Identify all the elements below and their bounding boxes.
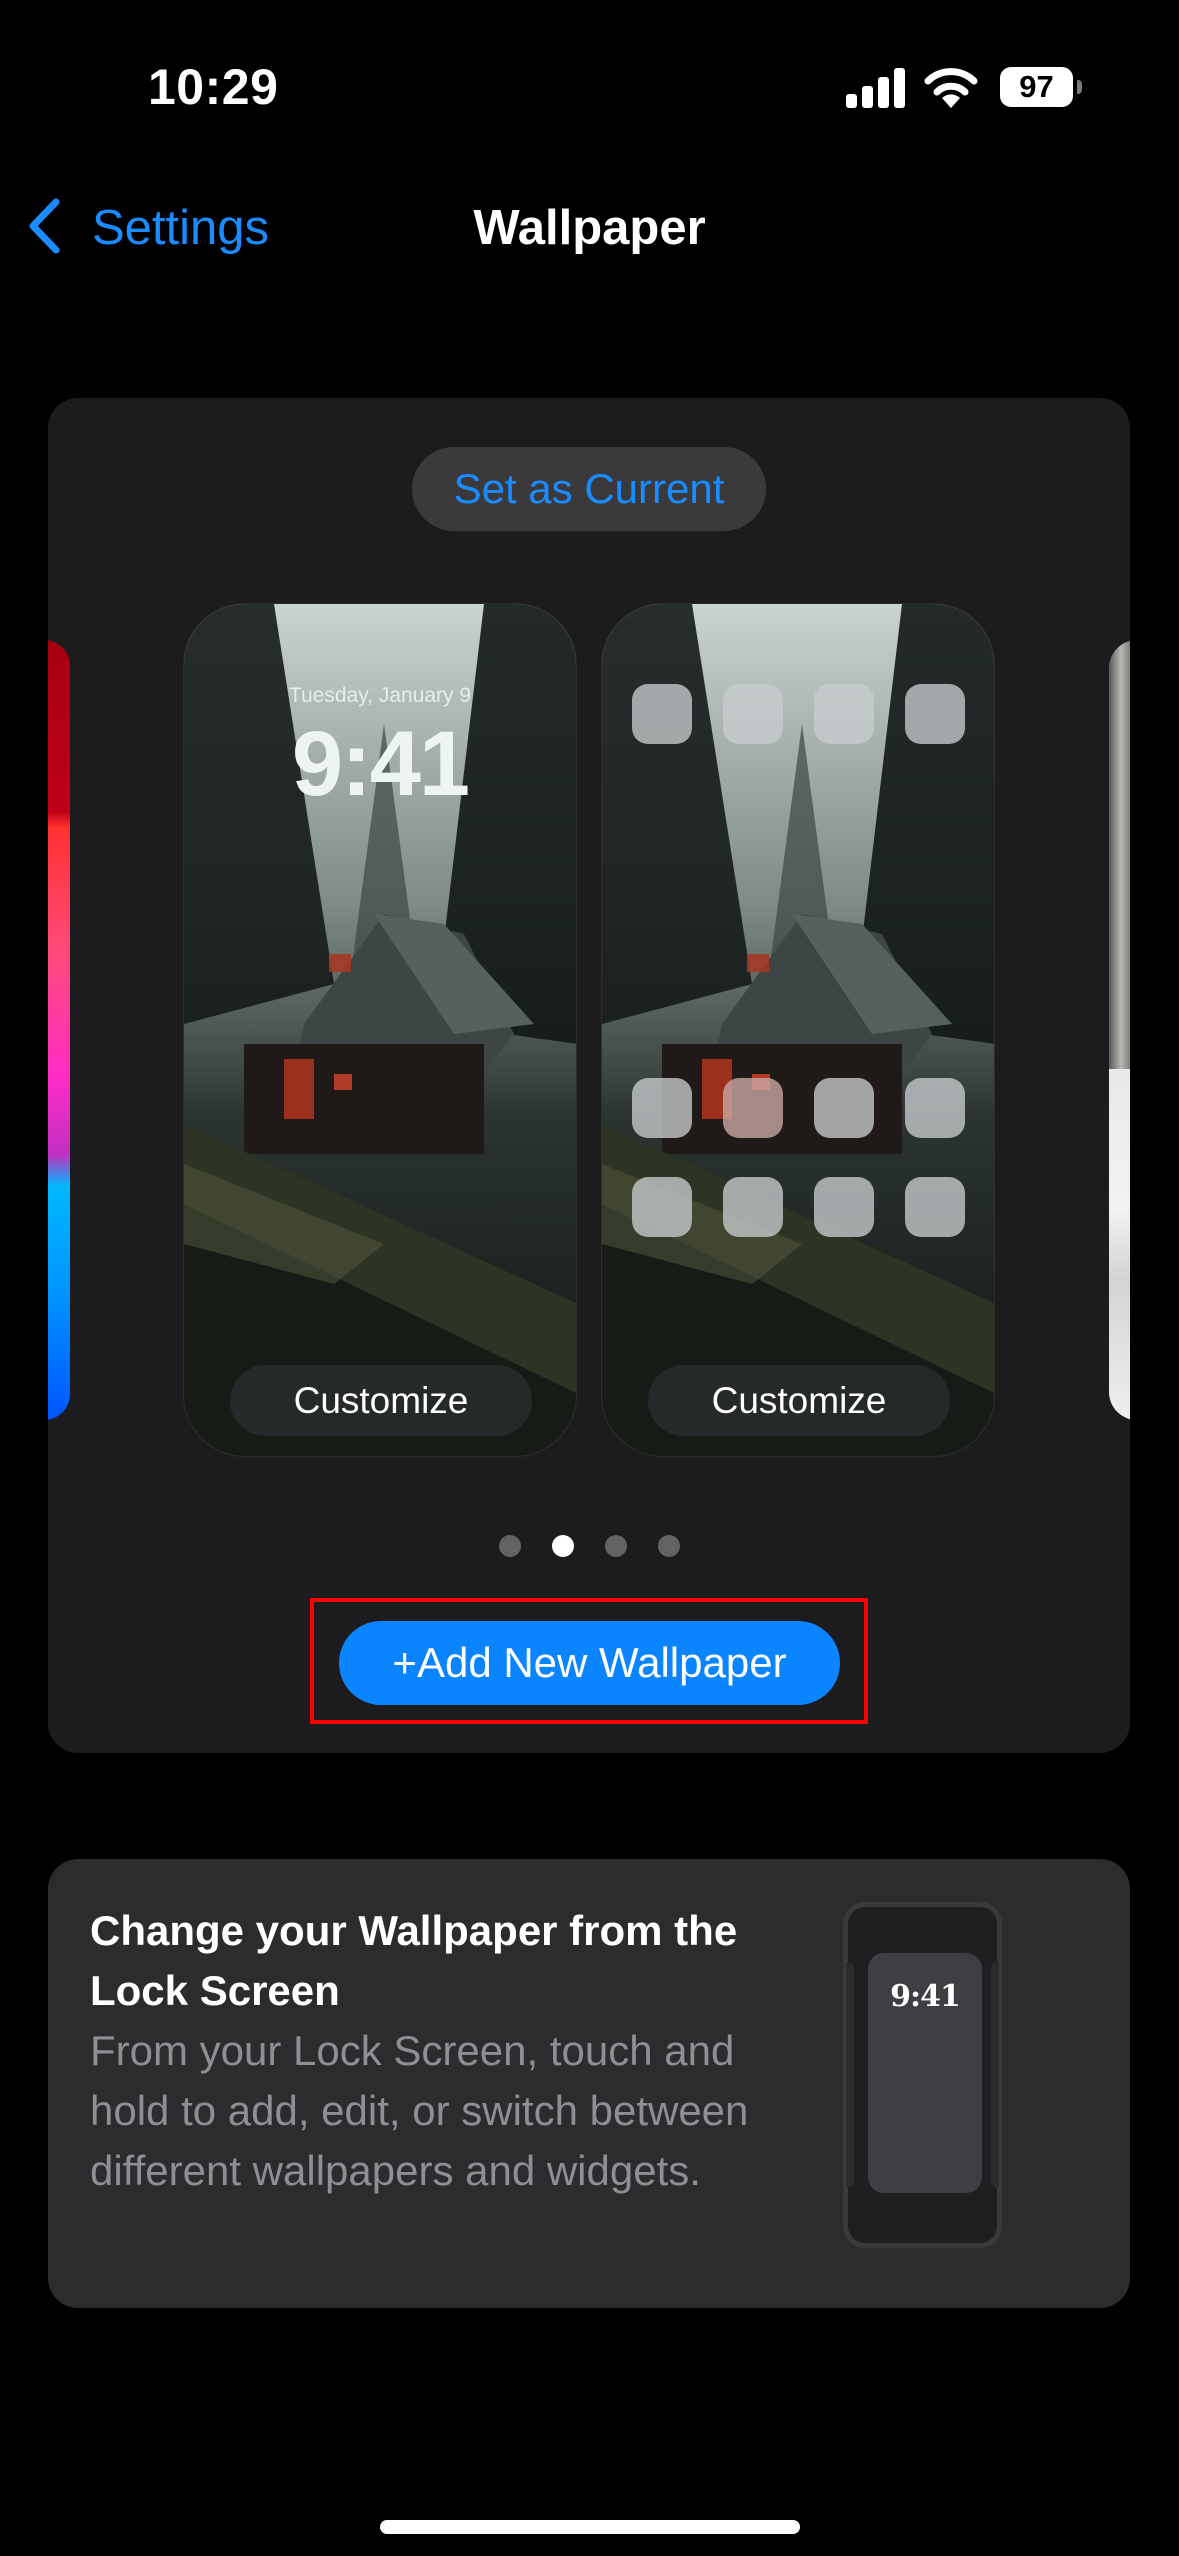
cellular-signal-icon (846, 68, 906, 108)
page-dot[interactable] (604, 1535, 627, 1557)
add-new-wallpaper-button[interactable]: +Add New Wallpaper (339, 1621, 840, 1705)
battery-cap (1077, 80, 1082, 94)
app-icon-placeholder (632, 1177, 692, 1237)
app-icon-placeholder (814, 1177, 874, 1237)
app-icon-placeholder (723, 1078, 783, 1138)
app-icon-placeholder (723, 1177, 783, 1237)
page-dot[interactable] (498, 1535, 521, 1557)
battery-level: 97 (1000, 67, 1073, 107)
app-icon-placeholder (632, 1078, 692, 1138)
app-icon-placeholder (905, 684, 965, 744)
phone-illustration-screen: 9:41 (868, 1953, 982, 2193)
tip-description: From your Lock Screen, touch and hold to… (90, 2027, 749, 2194)
previous-wallpaper-preview[interactable] (48, 640, 70, 1420)
app-icon-placeholder (905, 1078, 965, 1138)
lock-screen-date: Tuesday, January 9 (288, 684, 472, 707)
next-wallpaper-preview[interactable] (1109, 640, 1130, 1420)
set-as-current-button[interactable]: Set as Current (412, 447, 766, 531)
app-icon-placeholder (632, 684, 692, 744)
page-dot[interactable] (657, 1535, 680, 1557)
lock-screen-tip-card: Change your Wallpaper from the Lock Scre… (48, 1859, 1130, 2308)
page-dot-active[interactable] (551, 1535, 574, 1557)
battery-icon: 97 (1000, 67, 1082, 109)
customize-lock-screen-button[interactable]: Customize (230, 1365, 532, 1436)
home-screen-preview[interactable]: Customize (601, 603, 995, 1457)
status-time: 10:29 (148, 59, 279, 115)
lock-screen-preview[interactable]: Tuesday, January 9 9:41 Customize (183, 603, 577, 1457)
phone-illustration-side (846, 1962, 854, 2187)
customize-home-screen-button[interactable]: Customize (648, 1365, 950, 1436)
tip-title: Change your Wallpaper from the Lock Scre… (90, 1907, 738, 2014)
page-title: Wallpaper (473, 201, 706, 255)
app-icon-placeholder (814, 684, 874, 744)
app-icon-placeholder (905, 1177, 965, 1237)
home-indicator[interactable] (380, 2520, 800, 2534)
phone-illustration-time: 9:41 (890, 1979, 961, 2014)
page-indicator[interactable] (48, 1535, 1130, 1557)
app-icon-placeholder (723, 684, 783, 744)
phone-illustration-side (991, 1962, 999, 2187)
phone-illustration-icon: 9:41 (843, 1902, 1002, 2248)
wifi-icon (924, 66, 978, 108)
wallpaper-gallery-card: Set as Current Tuesday, January 9 9:41 C… (48, 398, 1130, 1753)
app-icon-placeholder (814, 1078, 874, 1138)
lock-screen-time: 9:41 (291, 713, 470, 815)
